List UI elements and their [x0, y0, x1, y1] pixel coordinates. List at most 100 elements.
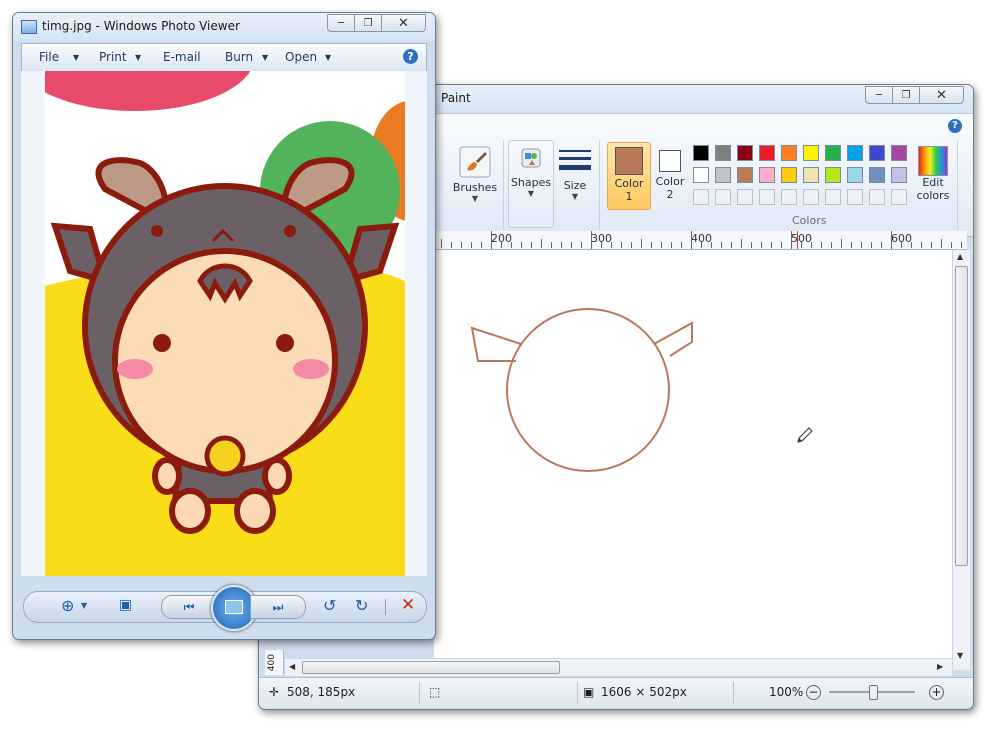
- line-size-icon: [559, 150, 591, 170]
- zoom-chevron-icon[interactable]: ▼: [81, 601, 87, 610]
- palette-swatch-empty[interactable]: [825, 189, 841, 205]
- canvas-size-icon: ▣: [583, 685, 595, 699]
- shapes-tool[interactable]: Shapes ▼: [508, 140, 554, 228]
- zoom-slider-thumb[interactable]: [869, 685, 878, 700]
- palette-swatch-empty[interactable]: [891, 189, 907, 205]
- palette-swatch[interactable]: [847, 145, 863, 161]
- close-button[interactable]: ✕: [381, 14, 426, 32]
- brush-icon: [459, 146, 491, 178]
- ruler-tick: [931, 242, 932, 248]
- palette-swatch-empty[interactable]: [693, 189, 709, 205]
- close-icon: ✕: [936, 87, 947, 103]
- scroll-right-icon[interactable]: ▶: [937, 662, 943, 671]
- group-separator: [957, 140, 958, 230]
- file-chevron-icon[interactable]: ▼: [73, 53, 79, 62]
- palette-swatch[interactable]: [693, 167, 709, 183]
- ruler-cursor-marker: [797, 231, 798, 249]
- palette-swatch[interactable]: [869, 145, 885, 161]
- menu-email[interactable]: E-mail: [163, 50, 201, 64]
- rotate-counterclockwise-icon[interactable]: ↺: [323, 596, 336, 615]
- palette-swatch[interactable]: [891, 167, 907, 183]
- help-icon[interactable]: ?: [948, 119, 962, 133]
- open-chevron-icon[interactable]: ▼: [325, 53, 331, 62]
- size-tool[interactable]: Size ▼: [557, 146, 593, 201]
- goat-illustration: [45, 71, 405, 576]
- shapes-chevron-icon: ▼: [527, 189, 535, 198]
- canvas-drawing: [470, 308, 813, 472]
- palette-swatch[interactable]: [693, 145, 709, 161]
- menu-file[interactable]: File: [39, 50, 59, 64]
- palette-swatch[interactable]: [825, 145, 841, 161]
- selection-size-icon: ⬚: [429, 685, 441, 699]
- horizontal-scrollbar[interactable]: ◀ ▶: [285, 658, 952, 676]
- palette-swatch-empty[interactable]: [869, 189, 885, 205]
- actual-size-icon[interactable]: ▣: [119, 597, 132, 613]
- brushes-chevron-icon: ▼: [471, 194, 479, 203]
- palette-swatch[interactable]: [737, 145, 753, 161]
- color2-button[interactable]: Color 2: [651, 142, 689, 208]
- color1-label-line2: 1: [625, 190, 633, 203]
- burn-chevron-icon[interactable]: ▼: [262, 53, 268, 62]
- horizontal-scroll-thumb[interactable]: [302, 661, 560, 674]
- palette-swatch-empty[interactable]: [847, 189, 863, 205]
- palette-swatch[interactable]: [781, 145, 797, 161]
- color1-label-line1: Color: [614, 177, 644, 190]
- palette-swatch-empty[interactable]: [781, 189, 797, 205]
- palette-swatch[interactable]: [825, 167, 841, 183]
- palette-swatch-empty[interactable]: [737, 189, 753, 205]
- ruler-tick: [621, 242, 622, 248]
- scroll-down-icon[interactable]: ▼: [957, 651, 963, 660]
- palette-swatch[interactable]: [803, 167, 819, 183]
- vertical-scrollbar[interactable]: ▲ ▼: [952, 250, 970, 670]
- palette-swatch[interactable]: [781, 167, 797, 183]
- palette-swatch-empty[interactable]: [715, 189, 731, 205]
- ruler-tick: [701, 242, 702, 248]
- delete-icon[interactable]: ✕: [401, 595, 415, 615]
- drawing-canvas[interactable]: [434, 250, 953, 660]
- ruler-tick: [451, 242, 452, 248]
- cursor-position: 508, 185px: [287, 685, 356, 699]
- drawn-circle: [506, 308, 670, 472]
- print-chevron-icon[interactable]: ▼: [135, 53, 141, 62]
- palette-swatch[interactable]: [715, 145, 731, 161]
- edit-colors-button[interactable]: Edit colors: [913, 146, 953, 202]
- ruler-tick: [481, 242, 482, 248]
- menu-burn[interactable]: Burn: [225, 50, 253, 64]
- rotate-clockwise-icon[interactable]: ↻: [355, 596, 368, 615]
- menu-open[interactable]: Open: [285, 50, 317, 64]
- palette-swatch[interactable]: [715, 167, 731, 183]
- minimize-button[interactable]: ─: [865, 86, 893, 104]
- next-button[interactable]: ⏭: [250, 595, 306, 619]
- scroll-left-icon[interactable]: ◀: [289, 662, 295, 671]
- palette-swatch[interactable]: [869, 167, 885, 183]
- help-icon[interactable]: ?: [403, 49, 418, 64]
- zoom-slider[interactable]: [829, 685, 915, 700]
- viewer-titlebar[interactable]: timg.jpg - Windows Photo Viewer ─ ❐ ✕: [13, 13, 435, 41]
- close-button[interactable]: ✕: [919, 86, 964, 104]
- brushes-tool[interactable]: Brushes ▼: [449, 146, 501, 203]
- previous-button[interactable]: ⏮: [161, 595, 217, 619]
- palette-swatch[interactable]: [847, 167, 863, 183]
- scroll-up-icon[interactable]: ▲: [957, 252, 963, 261]
- minimize-button[interactable]: ─: [327, 14, 355, 32]
- palette-swatch[interactable]: [759, 145, 775, 161]
- palette-swatch-empty[interactable]: [759, 189, 775, 205]
- menu-print[interactable]: Print: [99, 50, 127, 64]
- vertical-scroll-thumb[interactable]: [955, 266, 968, 566]
- color1-button[interactable]: Color 1: [607, 142, 651, 210]
- palette-swatch-empty[interactable]: [803, 189, 819, 205]
- displayed-photo[interactable]: [45, 71, 405, 576]
- zoom-in-button[interactable]: +: [929, 685, 944, 700]
- maximize-button[interactable]: ❐: [892, 86, 920, 104]
- slideshow-icon: [225, 600, 243, 614]
- palette-swatch[interactable]: [737, 167, 753, 183]
- ruler-tick: [761, 242, 762, 248]
- zoom-out-button[interactable]: −: [806, 685, 821, 700]
- zoom-icon[interactable]: ⊕: [61, 596, 74, 615]
- ruler-tick: [861, 242, 862, 248]
- palette-swatch[interactable]: [759, 167, 775, 183]
- maximize-button[interactable]: ❐: [354, 14, 382, 32]
- palette-swatch[interactable]: [803, 145, 819, 161]
- size-chevron-icon: ▼: [571, 192, 579, 201]
- palette-swatch[interactable]: [891, 145, 907, 161]
